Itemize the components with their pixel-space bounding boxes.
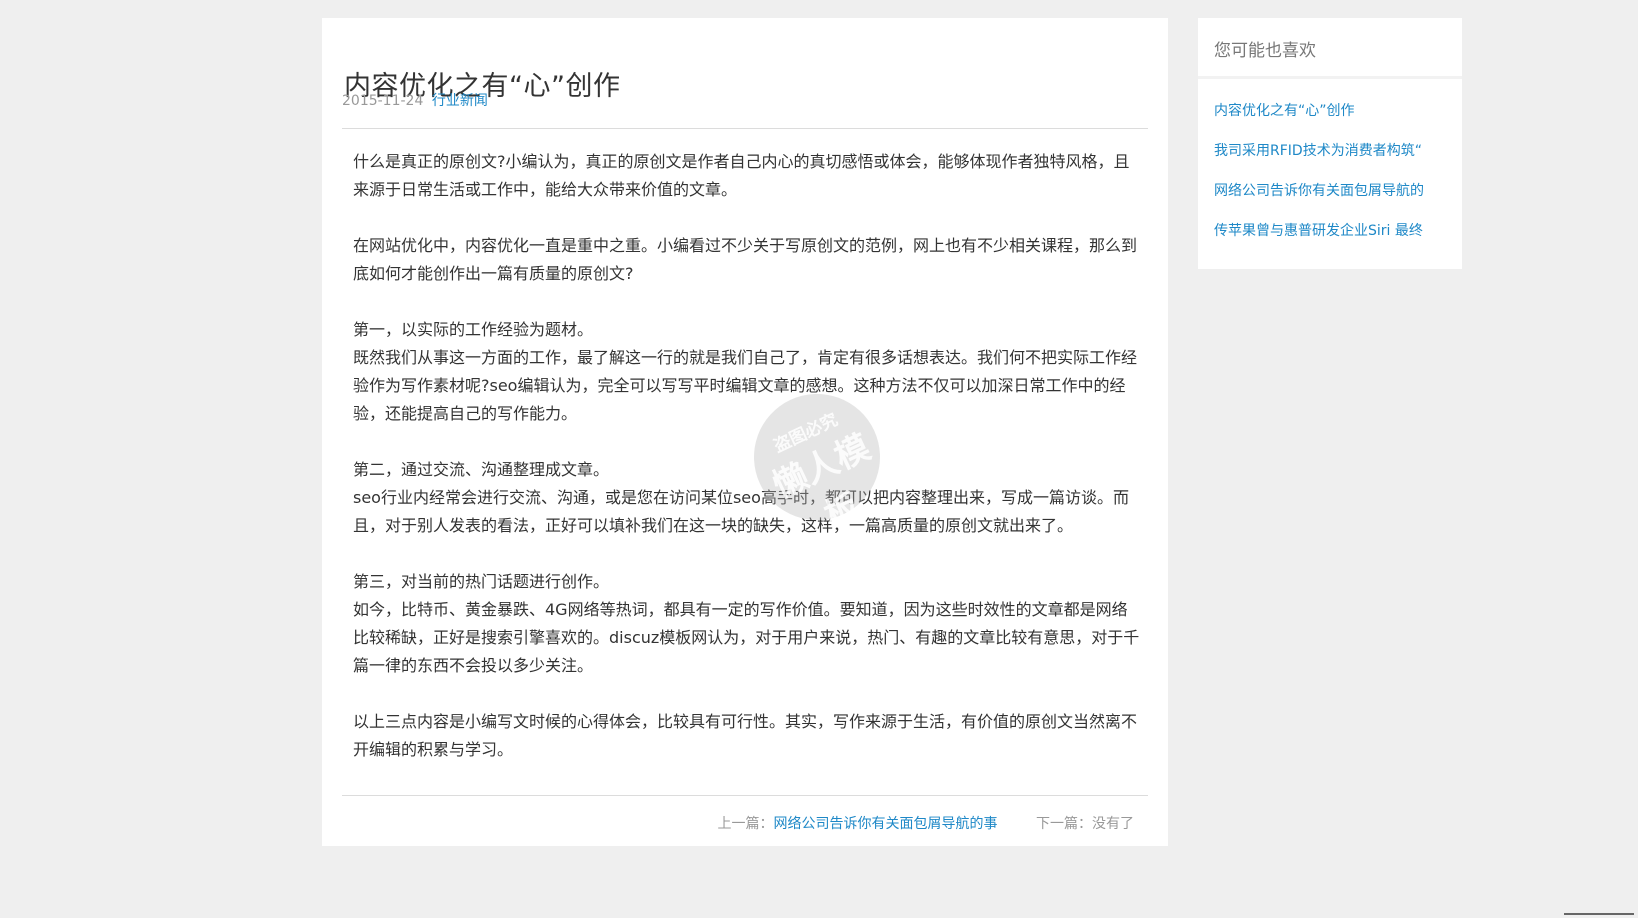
section-heading-third: 第三，对当前的热门话题进行创作。 [353,572,610,591]
section-body-second: seo行业内经常会进行交流、沟通，或是您在访问某位seo高手时，都可以把内容整理… [353,488,1129,535]
related-list: 内容优化之有“心”创作 我司采用RFID技术为消费者构筑“ 网络公司告诉你有关面… [1214,101,1424,261]
related-item-link[interactable]: 网络公司告诉你有关面包屑导航的 [1214,181,1424,221]
section-heading-first: 第一，以实际的工作经验为题材。 [353,320,594,339]
related-item-link[interactable]: 我司采用RFID技术为消费者构筑“ [1214,141,1424,181]
section-first: 第一，以实际的工作经验为题材。 既然我们从事这一方面的工作，最了解这一行的就是我… [353,316,1143,428]
section-body-third: 如今，比特币、黄金暴跌、4G网络等热词，都具有一定的写作价值。要知道，因为这些时… [353,600,1140,675]
pager-divider [342,795,1148,796]
related-sidebar: 您可能也喜欢 内容优化之有“心”创作 我司采用RFID技术为消费者构筑“ 网络公… [1198,18,1462,269]
article-date: 2015-11-24 [342,93,424,109]
paragraph-intro: 什么是真正的原创文?小编认为，真正的原创文是作者自己内心的真切感悟或体会，能够体… [353,152,1130,199]
sidebar-divider [1198,76,1462,79]
related-item-link[interactable]: 传苹果曾与惠普研发企业Siri 最终 [1214,221,1424,261]
article-pager: 上一篇：网络公司告诉你有关面包屑导航的事 下一篇：没有了 [718,813,1134,833]
article-body: 什么是真正的原创文?小编认为，真正的原创文是作者自己内心的真切感悟或体会，能够体… [353,148,1143,792]
related-item-link[interactable]: 内容优化之有“心”创作 [1214,101,1424,141]
section-body-first: 既然我们从事这一方面的工作，最了解这一行的就是我们自己了，肯定有很多话想表达。我… [353,348,1138,423]
article-card: 内容优化之有“心”创作 2015-11-24 行业新闻 什么是真正的原创文?小编… [322,18,1168,846]
prev-label: 上一篇： [717,816,774,832]
next-article-value: 没有了 [1092,816,1134,832]
corner-bar [1564,913,1634,915]
article-meta: 2015-11-24 行业新闻 [342,90,488,110]
section-third: 第三，对当前的热门话题进行创作。 如今，比特币、黄金暴跌、4G网络等热词，都具有… [353,568,1143,680]
prev-article-link[interactable]: 网络公司告诉你有关面包屑导航的事 [774,816,998,832]
paragraph-question: 在网站优化中，内容优化一直是重中之重。小编看过不少关于写原创文的范例，网上也有不… [353,236,1138,283]
title-divider [342,128,1148,129]
article-category-link[interactable]: 行业新闻 [432,93,488,109]
next-label: 下一篇： [1036,816,1092,832]
sidebar-title: 您可能也喜欢 [1214,41,1316,61]
section-second: 第二，通过交流、沟通整理成文章。 seo行业内经常会进行交流、沟通，或是您在访问… [353,456,1143,540]
paragraph-conclusion: 以上三点内容是小编写文时候的心得体会，比较具有可行性。其实，写作来源于生活，有价… [353,712,1138,759]
